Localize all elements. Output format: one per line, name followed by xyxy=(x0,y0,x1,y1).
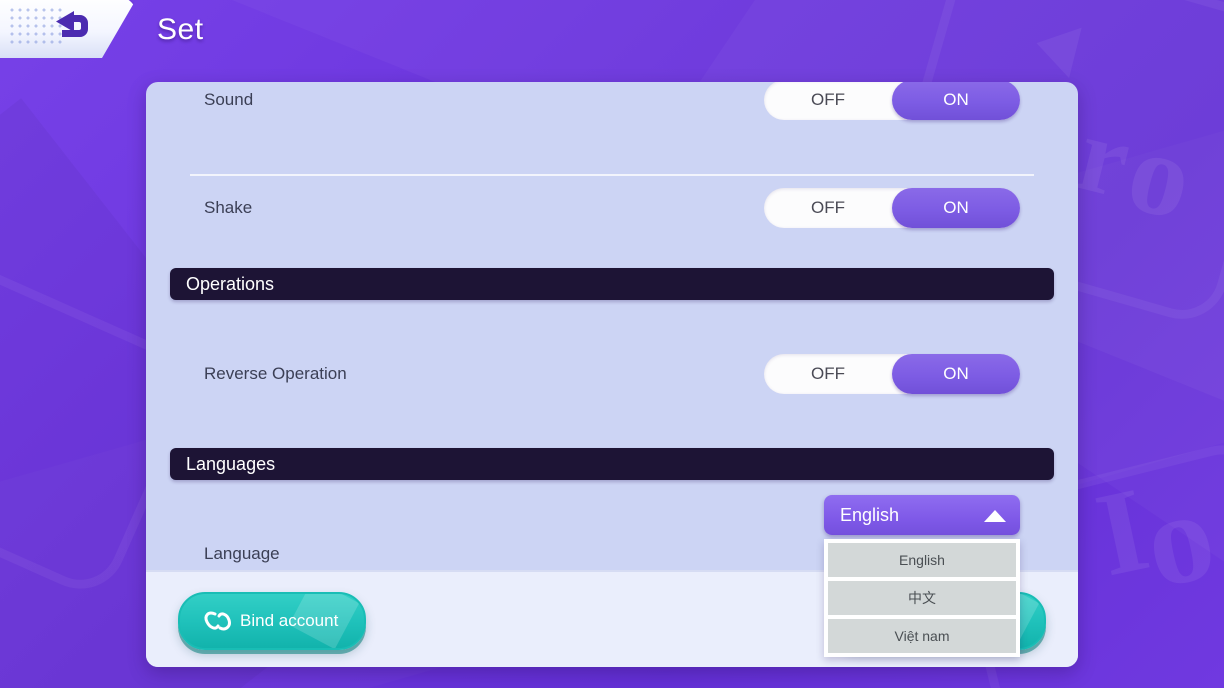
language-option-vietnamese[interactable]: Việt nam xyxy=(828,619,1016,653)
language-option-english[interactable]: English xyxy=(828,543,1016,577)
language-option-chinese[interactable]: 中文 xyxy=(828,581,1016,615)
settings-screen: r o I o Set Sound OFF ON Shake OFF ON Op… xyxy=(0,0,1224,688)
section-title: Languages xyxy=(186,453,276,474)
setting-label: Sound xyxy=(204,90,254,109)
setting-row-sound: Sound OFF ON xyxy=(146,82,1078,176)
bind-account-label: Bind account xyxy=(240,611,339,630)
page-title: Set xyxy=(157,13,204,46)
setting-label: Reverse Operation xyxy=(204,364,347,383)
toggle-shake[interactable]: OFF ON xyxy=(764,188,1020,228)
toggle-off-label: OFF xyxy=(811,198,845,217)
section-header-languages: Languages xyxy=(170,448,1054,480)
app-header: Set xyxy=(0,0,1224,70)
language-selected-value: English xyxy=(840,504,900,525)
toggle-off-label: OFF xyxy=(811,90,845,109)
setting-label: Shake xyxy=(204,198,253,217)
setting-row-shake: Shake OFF ON xyxy=(146,148,1078,268)
section-header-operations: Operations xyxy=(170,268,1054,300)
language-select-button[interactable]: English xyxy=(824,495,1020,535)
toggle-off-label: OFF xyxy=(811,364,845,383)
toggle-reverse-operation[interactable]: OFF ON xyxy=(764,354,1020,394)
toggle-on-label: ON xyxy=(943,198,969,217)
setting-row-reverse-operation: Reverse Operation OFF ON xyxy=(146,300,1078,448)
background-letter: o xyxy=(1132,461,1224,617)
bind-account-button[interactable]: Bind account xyxy=(178,592,367,650)
language-options-menu: English 中文 Việt nam xyxy=(824,539,1020,657)
language-dropdown: English English 中文 Việt nam xyxy=(824,495,1020,657)
background-letter: I xyxy=(1085,461,1160,602)
section-title: Operations xyxy=(186,273,275,294)
link-chain-icon xyxy=(204,611,231,631)
back-button[interactable] xyxy=(0,0,138,58)
toggle-sound[interactable]: OFF ON xyxy=(764,82,1020,120)
toggle-on-label: ON xyxy=(943,90,969,109)
background-letter: r xyxy=(1066,93,1142,222)
setting-label: Language xyxy=(204,544,280,563)
chevron-up-icon xyxy=(984,510,1006,522)
toggle-on-label: ON xyxy=(943,364,969,383)
back-arrow-icon xyxy=(56,11,88,37)
background-letter: o xyxy=(1116,103,1206,246)
